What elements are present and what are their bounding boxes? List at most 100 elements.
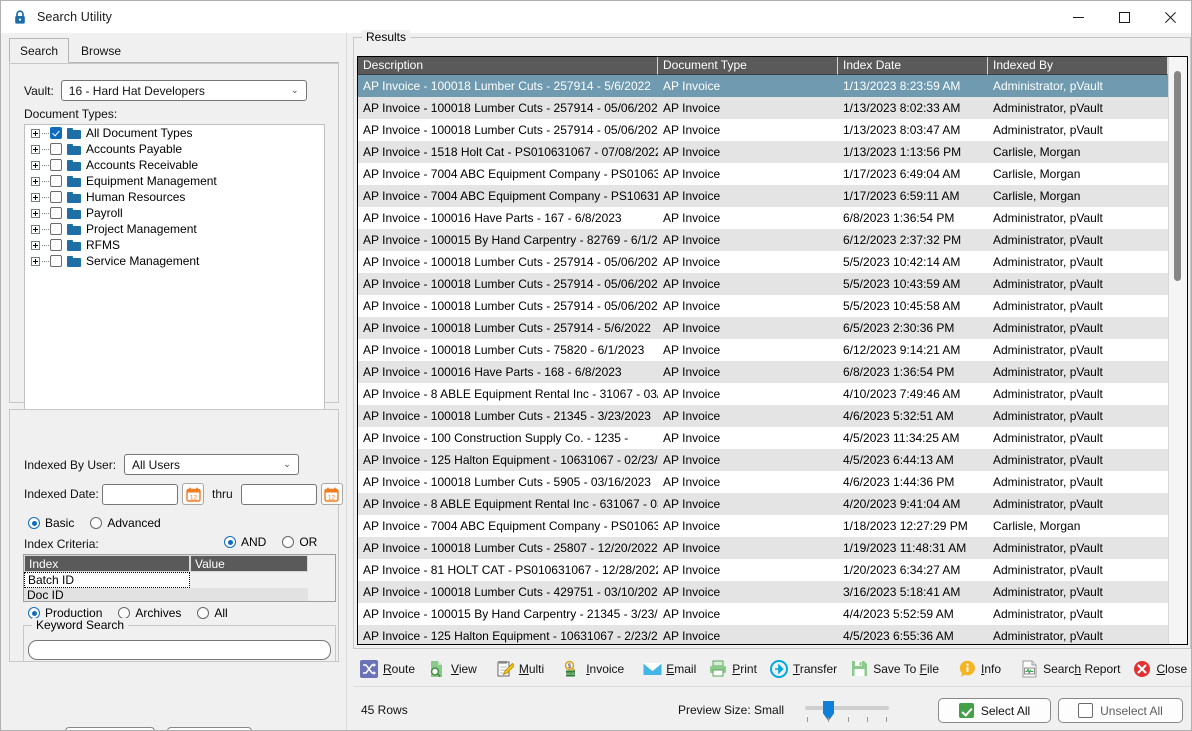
expand-icon[interactable] bbox=[31, 176, 40, 186]
expand-icon[interactable] bbox=[31, 208, 40, 218]
toolbar-print-button[interactable]: Print bbox=[702, 654, 763, 684]
tree-checkbox[interactable] bbox=[50, 191, 62, 203]
tree-item-rfms[interactable]: RFMS bbox=[25, 237, 324, 253]
table-row[interactable]: AP Invoice - 100018 Lumber Cuts - 257914… bbox=[358, 251, 1168, 273]
indexed-date-from-calendar-button[interactable]: 12 bbox=[182, 483, 204, 505]
tree-item-service-management[interactable]: Service Management bbox=[25, 253, 324, 269]
table-row[interactable]: AP Invoice - 100018 Lumber Cuts - 257914… bbox=[358, 273, 1168, 295]
results-vertical-scrollbar[interactable] bbox=[1168, 57, 1187, 644]
radio-all[interactable]: All bbox=[197, 606, 228, 620]
close-window-button[interactable] bbox=[1147, 1, 1191, 33]
expand-icon[interactable] bbox=[31, 224, 40, 234]
tree-item-accounts-receivable[interactable]: Accounts Receivable bbox=[25, 157, 324, 173]
table-row[interactable]: AP Invoice - 7004 ABC Equipment Company … bbox=[358, 515, 1168, 537]
tree-item-all-document-types[interactable]: All Document Types bbox=[25, 125, 324, 141]
toolbar-view-button[interactable]: View bbox=[421, 654, 483, 684]
grid-row-doc-id[interactable]: Doc ID bbox=[24, 588, 308, 601]
select-all-button[interactable]: Select All bbox=[938, 698, 1051, 723]
reset-button[interactable]: Reset bbox=[167, 727, 252, 730]
tree-checkbox[interactable] bbox=[50, 127, 62, 139]
table-row[interactable]: AP Invoice - 100018 Lumber Cuts - 75820 … bbox=[358, 339, 1168, 361]
expand-icon[interactable] bbox=[31, 256, 40, 266]
table-row[interactable]: AP Invoice - 100016 Have Parts - 168 - 6… bbox=[358, 361, 1168, 383]
radio-and[interactable]: AND bbox=[224, 535, 266, 549]
toolbar-invoice-button[interactable]: $ INVOICE Invoice bbox=[556, 654, 630, 684]
tree-checkbox[interactable] bbox=[50, 207, 62, 219]
toolbar-search-report-button[interactable]: Search Report bbox=[1013, 654, 1126, 684]
table-row[interactable]: AP Invoice - 8 ABLE Equipment Rental Inc… bbox=[358, 493, 1168, 515]
indexed-date-to-calendar-button[interactable]: 12 bbox=[320, 483, 343, 505]
table-row[interactable]: AP Invoice - 100018 Lumber Cuts - 257914… bbox=[358, 119, 1168, 141]
cell-index-date: 4/5/2023 11:34:25 AM bbox=[843, 431, 960, 445]
tree-checkbox[interactable] bbox=[50, 143, 62, 155]
table-row[interactable]: AP Invoice - 100018 Lumber Cuts - 21345 … bbox=[358, 405, 1168, 427]
table-row[interactable]: AP Invoice - 100018 Lumber Cuts - 257914… bbox=[358, 317, 1168, 339]
indexed-date-from-input[interactable] bbox=[102, 483, 178, 505]
toolbar-transfer-button[interactable]: Transfer bbox=[763, 654, 843, 684]
expand-icon[interactable] bbox=[31, 160, 40, 170]
column-header-description[interactable]: Description bbox=[358, 57, 658, 75]
tab-browse[interactable]: Browse bbox=[71, 38, 131, 63]
indexed-date-to-input[interactable] bbox=[240, 483, 317, 505]
results-table[interactable]: Description Document Type Index Date Ind… bbox=[358, 57, 1168, 644]
toolbar-multi-button[interactable]: Multi bbox=[489, 654, 550, 684]
indexed-by-user-select[interactable]: All Users ⌄ bbox=[124, 454, 299, 475]
results-scrollbar-thumb[interactable] bbox=[1174, 71, 1181, 281]
tree-item-accounts-payable[interactable]: Accounts Payable bbox=[25, 141, 324, 157]
tree-item-equipment-management[interactable]: Equipment Management bbox=[25, 173, 324, 189]
table-row[interactable]: AP Invoice - 100018 Lumber Cuts - 5905 -… bbox=[358, 471, 1168, 493]
tree-checkbox[interactable] bbox=[50, 255, 62, 267]
toolbar-info-button[interactable]: Info bbox=[951, 654, 1007, 684]
table-row[interactable]: AP Invoice - 100018 Lumber Cuts - 25807 … bbox=[358, 537, 1168, 559]
table-row[interactable]: AP Invoice - 1518 Holt Cat - PS010631067… bbox=[358, 141, 1168, 163]
tree-item-project-management[interactable]: Project Management bbox=[25, 221, 324, 237]
tab-search[interactable]: Search bbox=[9, 38, 70, 63]
index-criteria-grid[interactable]: Index Value Batch ID Doc ID bbox=[23, 554, 336, 602]
table-row[interactable]: AP Invoice - 81 HOLT CAT - PS010631067 -… bbox=[358, 559, 1168, 581]
search-button[interactable]: Search bbox=[65, 727, 155, 730]
table-row[interactable]: AP Invoice - 100018 Lumber Cuts - 257914… bbox=[358, 75, 1168, 97]
table-row[interactable]: AP Invoice - 8 ABLE Equipment Rental Inc… bbox=[358, 383, 1168, 405]
radio-or[interactable]: OR bbox=[282, 535, 317, 549]
unselect-all-button[interactable]: Unselect All bbox=[1058, 698, 1183, 723]
tree-checkbox[interactable] bbox=[50, 175, 62, 187]
radio-basic[interactable]: Basic bbox=[28, 516, 74, 530]
table-row[interactable]: AP Invoice - 125 Halton Equipment - 1063… bbox=[358, 449, 1168, 471]
cell-indexed-by: Administrator, pVault bbox=[993, 585, 1103, 599]
vault-select[interactable]: 16 - Hard Hat Developers ⌄ bbox=[60, 80, 307, 101]
expand-icon[interactable] bbox=[31, 128, 40, 138]
toolbar-email-button[interactable]: Email bbox=[636, 654, 702, 684]
radio-advanced[interactable]: Advanced bbox=[90, 516, 161, 530]
minimize-button[interactable] bbox=[1055, 1, 1101, 33]
tree-checkbox[interactable] bbox=[50, 223, 62, 235]
keyword-search-input[interactable] bbox=[28, 640, 331, 660]
table-row[interactable]: AP Invoice - 7004 ABC Equipment Company … bbox=[358, 163, 1168, 185]
table-row[interactable]: AP Invoice - 100016 Have Parts - 167 - 6… bbox=[358, 207, 1168, 229]
grid-row-batch-id[interactable]: Batch ID bbox=[24, 572, 190, 588]
toolbar-save-to-file-button[interactable]: Save To File bbox=[843, 654, 945, 684]
expand-icon[interactable] bbox=[31, 240, 40, 250]
table-row[interactable]: AP Invoice - 7004 ABC Equipment Company … bbox=[358, 185, 1168, 207]
table-row[interactable]: AP Invoice - 100015 By Hand Carpentry - … bbox=[358, 603, 1168, 625]
tree-checkbox[interactable] bbox=[50, 159, 62, 171]
tree-item-human-resources[interactable]: Human Resources bbox=[25, 189, 324, 205]
column-header-indexed-by[interactable]: Indexed By bbox=[988, 57, 1168, 75]
toolbar-close-button[interactable]: Close bbox=[1126, 654, 1191, 684]
table-row[interactable]: AP Invoice - 125 Halton Equipment - 1063… bbox=[358, 625, 1168, 644]
grid-header-index[interactable]: Index bbox=[24, 555, 190, 572]
toolbar-route-button[interactable]: Route bbox=[353, 654, 421, 684]
column-header-document-type[interactable]: Document Type bbox=[658, 57, 838, 75]
table-row[interactable]: AP Invoice - 100018 Lumber Cuts - 429751… bbox=[358, 581, 1168, 603]
table-row[interactable]: AP Invoice - 100018 Lumber Cuts - 257914… bbox=[358, 97, 1168, 119]
expand-icon[interactable] bbox=[31, 144, 40, 154]
expand-icon[interactable] bbox=[31, 192, 40, 202]
table-row[interactable]: AP Invoice - 100018 Lumber Cuts - 257914… bbox=[358, 295, 1168, 317]
column-header-index-date[interactable]: Index Date bbox=[838, 57, 988, 75]
tree-item-payroll[interactable]: Payroll bbox=[25, 205, 324, 221]
grid-header-value[interactable]: Value bbox=[190, 555, 308, 572]
maximize-button[interactable] bbox=[1101, 1, 1147, 33]
table-row[interactable]: AP Invoice - 100015 By Hand Carpentry - … bbox=[358, 229, 1168, 251]
tree-checkbox[interactable] bbox=[50, 239, 62, 251]
preview-size-slider[interactable] bbox=[805, 701, 889, 723]
table-row[interactable]: AP Invoice - 100 Construction Supply Co.… bbox=[358, 427, 1168, 449]
